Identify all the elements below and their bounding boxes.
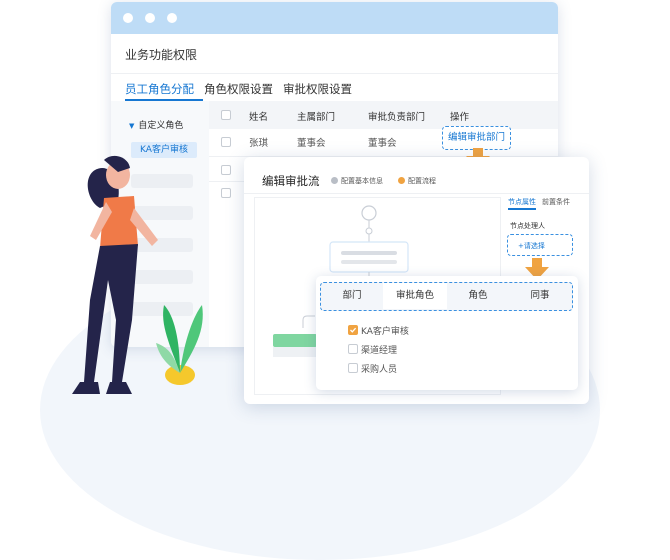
checkbox[interactable] bbox=[348, 344, 358, 354]
option-ka[interactable]: KA客户审核 bbox=[348, 324, 409, 337]
step-basic-info[interactable]: 配置基本信息 bbox=[341, 176, 383, 186]
tab-role-permission[interactable]: 角色权限设置 bbox=[204, 81, 273, 97]
option-label: KA客户审核 bbox=[361, 327, 409, 337]
option-purchaser[interactable]: 采购人员 bbox=[348, 362, 397, 375]
cell-approve-dept: 董事会 bbox=[368, 138, 397, 149]
plant-illustration bbox=[156, 305, 203, 385]
checkbox-checked[interactable] bbox=[348, 325, 358, 335]
tab-role[interactable]: 角色 bbox=[447, 283, 509, 309]
step-dot bbox=[398, 177, 405, 184]
option-label: 采购人员 bbox=[361, 365, 398, 375]
tab-employee-role[interactable]: 员工角色分配 bbox=[125, 81, 194, 97]
sidebar-group-label: 自定义角色 bbox=[138, 121, 184, 131]
tab-approval-permission[interactable]: 审批权限设置 bbox=[283, 81, 352, 97]
page-title: 业务功能权限 bbox=[125, 48, 198, 62]
divider bbox=[111, 73, 558, 74]
select-all-checkbox[interactable] bbox=[221, 110, 231, 120]
picker-tabs: 部门 审批角色 角色 同事 bbox=[320, 282, 573, 311]
dialog-title: 编辑审批流 bbox=[262, 174, 320, 188]
caret-down-icon: ▼ bbox=[129, 122, 135, 130]
edit-approval-dept-link[interactable]: 编辑审批部门 bbox=[442, 126, 511, 150]
node-handler-label: 节点处理人 bbox=[510, 222, 545, 230]
column-header: 姓名 bbox=[249, 112, 269, 123]
window-dot[interactable] bbox=[123, 13, 133, 23]
tab-preconditions[interactable]: 前置条件 bbox=[542, 197, 570, 207]
step-dot bbox=[331, 177, 338, 184]
active-tab-indicator bbox=[508, 208, 536, 210]
tab-node-properties[interactable]: 节点属性 bbox=[508, 197, 536, 207]
cell-name: 张琪 bbox=[249, 138, 269, 149]
window-dot[interactable] bbox=[167, 13, 177, 23]
column-header: 审批负责部门 bbox=[368, 112, 426, 123]
tab-department[interactable]: 部门 bbox=[321, 283, 383, 309]
tab-colleague[interactable]: 同事 bbox=[509, 283, 571, 309]
select-handler-button[interactable]: +请选择 bbox=[507, 234, 573, 256]
divider bbox=[244, 193, 589, 194]
column-header: 主属部门 bbox=[297, 112, 336, 123]
table-header: 姓名 主属部门 审批负责部门 操作 bbox=[209, 101, 558, 129]
option-label: 渠道经理 bbox=[361, 346, 398, 356]
cell-dept: 董事会 bbox=[297, 138, 326, 149]
step-config-flow[interactable]: 配置流程 bbox=[408, 176, 436, 186]
window-titlebar bbox=[111, 2, 558, 34]
option-channel-manager[interactable]: 渠道经理 bbox=[348, 343, 397, 356]
handler-picker: 部门 审批角色 角色 同事 KA客户审核 渠道经理 采购人员 bbox=[316, 276, 578, 390]
column-header: 操作 bbox=[450, 112, 470, 123]
row-checkbox[interactable] bbox=[221, 165, 231, 175]
row-checkbox[interactable] bbox=[221, 137, 231, 147]
row-checkbox[interactable] bbox=[221, 188, 231, 198]
tab-approval-role[interactable]: 审批角色 bbox=[383, 283, 447, 309]
window-dot[interactable] bbox=[145, 13, 155, 23]
sidebar-group[interactable]: ▼ 自定义角色 bbox=[129, 118, 183, 131]
checkbox[interactable] bbox=[348, 363, 358, 373]
